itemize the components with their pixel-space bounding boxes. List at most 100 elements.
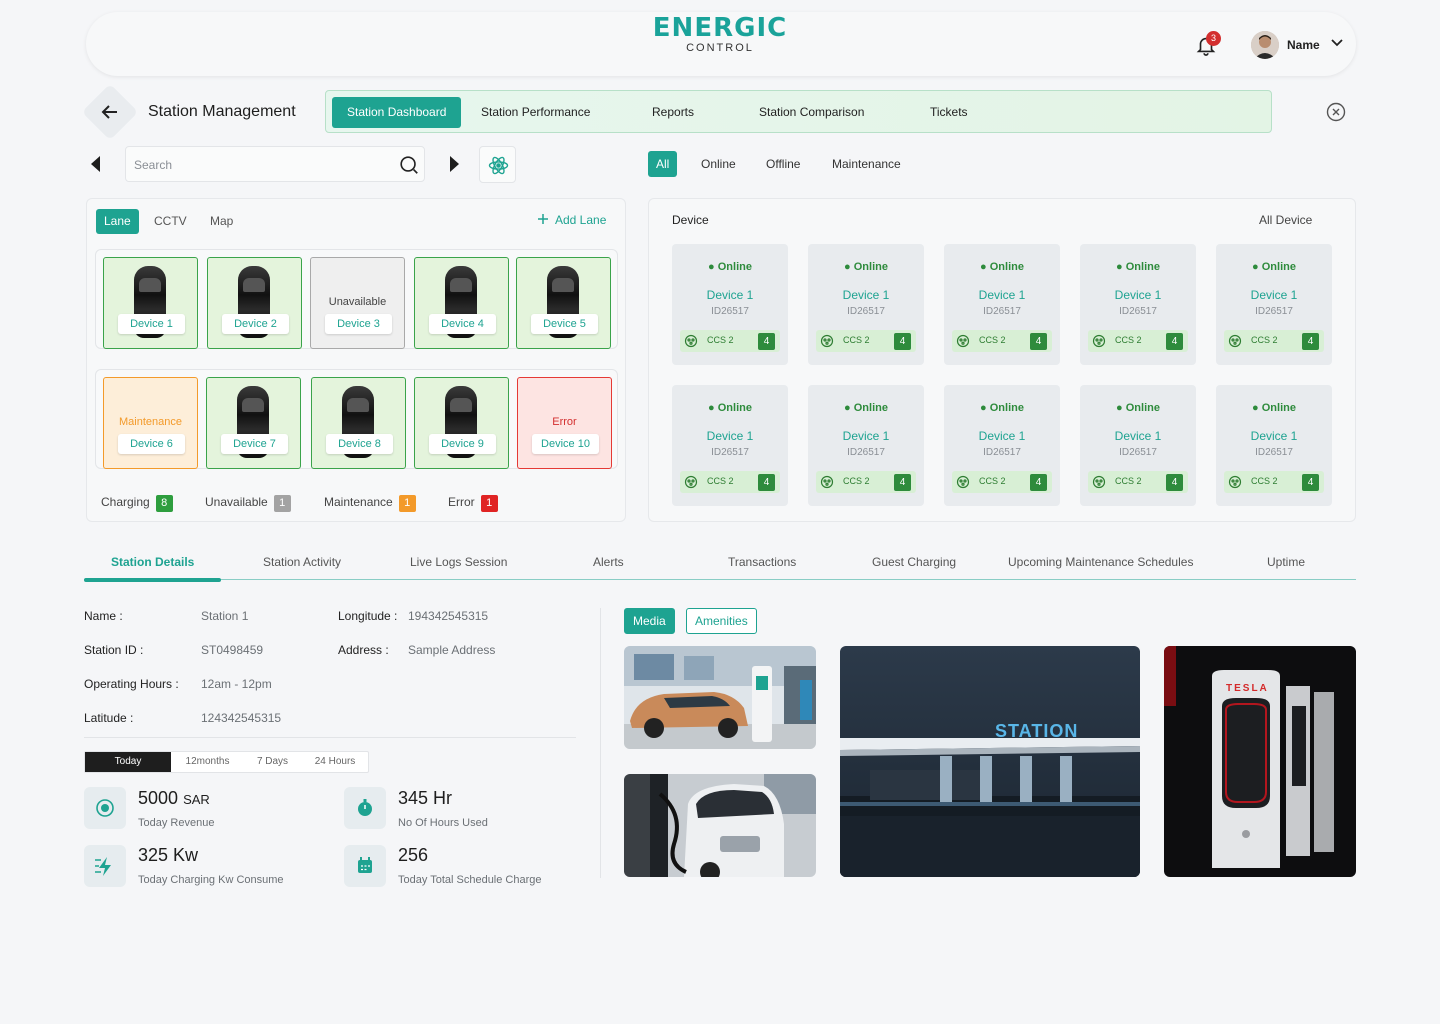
device-tile[interactable]: Device 4: [414, 257, 509, 349]
detail-address-label: Address :: [338, 643, 389, 657]
tab-map[interactable]: Map: [210, 209, 233, 234]
period-12months[interactable]: 12months: [171, 752, 244, 772]
period-24hours[interactable]: 24 Hours: [301, 752, 369, 772]
detail-longitude-value: 194342545315: [408, 609, 489, 623]
tab-lane[interactable]: Lane: [96, 209, 139, 234]
car-glass: [347, 398, 369, 412]
tab-transactions[interactable]: Transactions: [728, 555, 796, 569]
device-card[interactable]: ● Online Device 1 ID26517 CCS 2 4: [1080, 244, 1196, 365]
filter-maintenance[interactable]: Maintenance: [832, 151, 901, 177]
tab-guest-charging[interactable]: Guest Charging: [872, 555, 956, 569]
device-tile[interactable]: Maintenance Device 6: [103, 377, 198, 469]
legend-label: Charging: [101, 495, 150, 509]
connector-bar: CCS 2 4: [1224, 330, 1324, 352]
tab-amenities[interactable]: Amenities: [686, 608, 757, 634]
add-lane-button[interactable]: Add Lane: [537, 213, 606, 227]
search-box: [125, 146, 425, 182]
device-tile[interactable]: Device 5: [516, 257, 611, 349]
plug-icon: [820, 334, 834, 348]
avatar[interactable]: [1251, 31, 1279, 59]
device-card[interactable]: ● Online Device 1 ID26517 CCS 2 4: [672, 244, 788, 365]
device-card[interactable]: ● Online Device 1 ID26517 CCS 2 4: [1216, 385, 1332, 506]
tab-reports[interactable]: Reports: [652, 97, 694, 128]
device-card[interactable]: ● Online Device 1 ID26517 CCS 2 4: [1080, 385, 1196, 506]
settings-button[interactable]: [479, 146, 516, 183]
filter-offline[interactable]: Offline: [766, 151, 800, 177]
prev-arrow-icon[interactable]: [91, 156, 100, 172]
plug-icon: [1228, 334, 1242, 348]
plus-icon: [538, 214, 548, 224]
filter-all[interactable]: All: [648, 151, 678, 177]
device-label: Device 3: [325, 314, 392, 334]
tab-media[interactable]: Media: [624, 608, 675, 634]
search-input[interactable]: [134, 155, 384, 175]
next-arrow-icon[interactable]: [450, 156, 459, 172]
device-tile[interactable]: Device 8: [311, 377, 406, 469]
tab-station-activity[interactable]: Station Activity: [263, 555, 341, 569]
device-tile[interactable]: Error Device 10: [517, 377, 612, 469]
car-glass: [450, 398, 472, 412]
connector-type: CCS 2: [1115, 335, 1142, 345]
photo-charging-suv[interactable]: [624, 646, 816, 749]
filter-online[interactable]: Online: [701, 151, 736, 177]
tab-alerts[interactable]: Alerts: [593, 555, 624, 569]
device-tile[interactable]: Device 7: [206, 377, 301, 469]
hours-used-value: 345 Hr: [398, 788, 453, 808]
plug-icon: [956, 475, 970, 489]
connector-type: CCS 2: [979, 335, 1006, 345]
device-card[interactable]: ● Online Device 1 ID26517 CCS 2 4: [944, 385, 1060, 506]
device-card[interactable]: ● Online Device 1 ID26517 CCS 2 4: [808, 244, 924, 365]
search-icon[interactable]: [398, 154, 420, 176]
user-name[interactable]: Name: [1287, 38, 1320, 52]
legend-label: Maintenance: [324, 495, 393, 509]
close-icon[interactable]: [1326, 102, 1346, 122]
connector-count: 4: [1302, 474, 1319, 491]
calendar-icon: [344, 845, 386, 887]
connector-bar: CCS 2 4: [1088, 330, 1188, 352]
tab-station-comparison[interactable]: Station Comparison: [759, 97, 864, 128]
tab-cctv[interactable]: CCTV: [154, 209, 187, 234]
chevron-down-icon[interactable]: [1330, 38, 1344, 48]
all-device-link[interactable]: All Device: [1259, 213, 1312, 227]
stopwatch-icon: [344, 787, 386, 829]
tab-upcoming-maintenance[interactable]: Upcoming Maintenance Schedules: [1008, 555, 1193, 569]
tab-tickets[interactable]: Tickets: [930, 97, 968, 128]
car-glass: [242, 398, 264, 412]
device-card[interactable]: ● Online Device 1 ID26517 CCS 2 4: [1216, 244, 1332, 365]
kw-consumed-label: Today Charging Kw Consume: [138, 874, 284, 886]
device-status-text: Maintenance: [119, 416, 182, 428]
device-status: ● Online: [980, 402, 1024, 414]
device-label: Device 9: [429, 434, 496, 454]
station-sign: STATION: [995, 721, 1079, 741]
device-tile[interactable]: Unavailable Device 3: [310, 257, 405, 349]
device-name: Device 1: [706, 429, 754, 443]
legend-count: 8: [155, 495, 173, 512]
arrow-left-icon[interactable]: [98, 100, 122, 124]
connector-type: CCS 2: [979, 476, 1006, 486]
device-card[interactable]: ● Online Device 1 ID26517 CCS 2 4: [672, 385, 788, 506]
detail-hours-label: Operating Hours :: [84, 677, 179, 691]
page-title: Station Management: [148, 103, 296, 120]
device-status: ● Online: [708, 402, 752, 414]
tab-station-performance[interactable]: Station Performance: [481, 97, 590, 128]
photo-van-charging[interactable]: [624, 774, 816, 877]
device-card[interactable]: ● Online Device 1 ID26517 CCS 2 4: [944, 244, 1060, 365]
device-tile[interactable]: Device 2: [207, 257, 302, 349]
connector-count: 4: [758, 474, 775, 491]
device-tile[interactable]: Device 9: [414, 377, 509, 469]
legend-error: Error 1: [448, 494, 498, 512]
photo-station-night[interactable]: STATION: [840, 646, 1140, 877]
logo-main-text: ENERGIC: [652, 13, 788, 43]
tab-live-logs-session[interactable]: Live Logs Session: [410, 555, 507, 569]
tab-station-dashboard[interactable]: Station Dashboard: [332, 97, 462, 128]
period-7days[interactable]: 7 Days: [244, 752, 301, 772]
device-card[interactable]: ● Online Device 1 ID26517 CCS 2 4: [808, 385, 924, 506]
tab-uptime[interactable]: Uptime: [1267, 555, 1305, 569]
photo-tesla-charger[interactable]: TESLA: [1164, 646, 1356, 877]
legend-label: Error: [448, 495, 475, 509]
device-name: Device 1: [1250, 288, 1298, 302]
tab-station-details[interactable]: Station Details: [111, 555, 194, 569]
period-today[interactable]: Today: [85, 752, 171, 772]
device-tile[interactable]: Device 1: [103, 257, 198, 349]
device-name: Device 1: [842, 288, 890, 302]
